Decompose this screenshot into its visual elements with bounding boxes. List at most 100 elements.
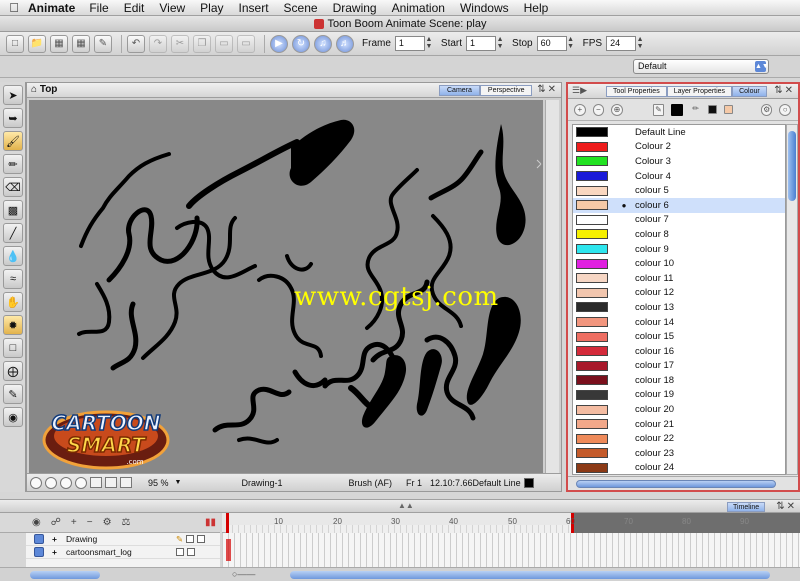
colour-swatch-row[interactable]: colour 7: [573, 213, 785, 228]
horizontal-scrollbar[interactable]: [576, 480, 776, 488]
line-tool-icon[interactable]: ╱: [3, 223, 23, 243]
layer-row[interactable]: + cartoonsmart_log: [26, 546, 220, 559]
colour-swatch[interactable]: [576, 171, 608, 182]
current-frame-indicator[interactable]: [226, 539, 231, 561]
contour-editor-icon[interactable]: ➥: [3, 108, 23, 128]
layer-row[interactable]: + Drawing ✎: [26, 533, 220, 546]
colour-swatch-row[interactable]: colour 24: [573, 461, 785, 474]
dropper-tool-icon[interactable]: 💧: [3, 246, 23, 266]
colour-swatch[interactable]: [576, 185, 608, 196]
colour-swatch[interactable]: [576, 127, 608, 138]
colour-picker-icon[interactable]: ✎: [652, 103, 665, 116]
black-swatch-icon[interactable]: [708, 105, 718, 114]
expand-icon[interactable]: +: [52, 547, 66, 557]
split-icon[interactable]: ▮▮: [205, 517, 216, 528]
fps-stepper-icon[interactable]: ▲ ▼: [636, 36, 644, 51]
layer-extra-box[interactable]: [187, 548, 195, 556]
text-tool-icon[interactable]: ≈: [3, 269, 23, 289]
zoom-value[interactable]: 95 %: [148, 478, 169, 488]
colour-swatch-row[interactable]: colour 8: [573, 227, 785, 242]
colour-swatch[interactable]: [576, 448, 608, 459]
loop-icon[interactable]: ↻: [292, 34, 310, 53]
zoom-slider-icon[interactable]: ○——: [232, 569, 255, 579]
new-scene-icon[interactable]: □: [6, 34, 24, 53]
cut-icon[interactable]: ✂: [171, 34, 189, 53]
save-as-icon[interactable]: ▦: [72, 34, 90, 53]
colour-swatch[interactable]: [576, 375, 608, 386]
sound-scrub-icon[interactable]: ♬: [336, 34, 354, 53]
paste-icon[interactable]: ▭: [215, 34, 233, 53]
colour-swatch[interactable]: [576, 331, 608, 342]
colour-swatch[interactable]: [576, 389, 608, 400]
colour-swatch-row[interactable]: colour 19: [573, 388, 785, 403]
grid-icon[interactable]: [105, 477, 117, 488]
colour-swatch[interactable]: [576, 419, 608, 430]
start-input[interactable]: 1: [466, 36, 497, 51]
colour-swatch-row[interactable]: colour 20: [573, 402, 785, 417]
menu-help[interactable]: Help: [524, 1, 549, 15]
pivot-tool-icon[interactable]: ⨁: [3, 361, 23, 381]
layer-link-icon[interactable]: ☍: [51, 517, 61, 528]
remove-colour-icon[interactable]: −: [592, 103, 605, 116]
zoom-chevron-icon[interactable]: ▼: [175, 479, 182, 486]
palette-library-icon[interactable]: ⊕: [611, 103, 623, 116]
colour-swatch-row[interactable]: colour 13: [573, 300, 785, 315]
menu-animation[interactable]: Animation: [392, 1, 445, 15]
layer-name[interactable]: cartoonsmart_log: [66, 547, 176, 557]
layer-lock-box[interactable]: [186, 535, 195, 543]
undo-icon[interactable]: ↶: [127, 34, 145, 53]
colour-swatch[interactable]: [576, 141, 608, 152]
open-folder-icon[interactable]: 📁: [28, 34, 46, 53]
eraser-tool-icon[interactable]: ⌫: [3, 177, 23, 197]
menu-edit[interactable]: Edit: [124, 1, 145, 15]
layer-lock-icon[interactable]: ⚖: [122, 517, 131, 528]
colour-swatch-row[interactable]: colour 9: [573, 242, 785, 257]
colour-swatch-row[interactable]: colour 16: [573, 344, 785, 359]
colour-swatch[interactable]: [576, 433, 608, 444]
colour-swatch-row[interactable]: Colour 3: [573, 154, 785, 169]
remove-layer-icon[interactable]: −: [87, 517, 93, 528]
drawing-canvas[interactable]: www.cgtsj.com CARTOON SMART .com: [29, 100, 543, 474]
view-vertical-scrollbar[interactable]: [545, 100, 559, 474]
save-icon[interactable]: ▦: [50, 34, 68, 53]
colour-swatch-row[interactable]: colour 17: [573, 359, 785, 374]
tab-camera[interactable]: Camera: [439, 85, 480, 96]
delete-icon[interactable]: ▭: [237, 34, 255, 53]
select-tool-icon[interactable]: ➤: [3, 85, 23, 105]
collapse-icon[interactable]: ▲▲: [398, 501, 414, 510]
add-colour-icon[interactable]: +: [574, 103, 586, 116]
colour-list-scrollbar[interactable]: [786, 124, 798, 475]
tab-layer-properties[interactable]: Layer Properties: [666, 86, 733, 97]
colour-swatch[interactable]: [576, 214, 608, 225]
colour-swatch-row[interactable]: Colour 2: [573, 140, 785, 155]
tab-tool-properties[interactable]: Tool Properties: [606, 86, 667, 97]
tab-perspective[interactable]: Perspective: [479, 85, 533, 96]
paint-tool-icon[interactable]: ▩: [3, 200, 23, 220]
layer-view-icon[interactable]: ◉: [32, 517, 41, 528]
layer-scrollbar[interactable]: [30, 571, 100, 579]
colour-swatch[interactable]: [576, 346, 608, 357]
menu-scene[interactable]: Scene: [284, 1, 318, 15]
redo-icon[interactable]: ↷: [149, 34, 167, 53]
colour-swatch[interactable]: [576, 302, 608, 313]
layer-visible-checkbox[interactable]: [34, 547, 44, 557]
colour-swatch[interactable]: [576, 317, 608, 328]
colour-swatch[interactable]: [576, 404, 608, 415]
layer-properties-icon[interactable]: ⚙: [103, 517, 112, 528]
start-stepper-icon[interactable]: ▲ ▼: [496, 36, 504, 51]
menu-app[interactable]: Animate: [28, 1, 75, 15]
colour-swatch[interactable]: [576, 156, 608, 167]
onion-skin-icon[interactable]: [30, 476, 42, 489]
menu-insert[interactable]: Insert: [239, 1, 269, 15]
hand-tool-icon[interactable]: ✋: [3, 292, 23, 312]
workspace-select[interactable]: Default ▲▼: [633, 59, 769, 74]
play-icon[interactable]: ▶: [270, 34, 288, 53]
colour-swatch-row[interactable]: colour 11: [573, 271, 785, 286]
colour-swatch-row[interactable]: colour 15: [573, 329, 785, 344]
colour-swatch-row[interactable]: colour 23: [573, 446, 785, 461]
scrollbar-thumb[interactable]: [788, 131, 796, 201]
settings-icon[interactable]: ⚙: [760, 103, 773, 116]
timeline-frames[interactable]: [222, 533, 800, 567]
pencil-tool-icon[interactable]: ✏: [3, 154, 23, 174]
apple-menu-icon[interactable]: : [0, 0, 28, 15]
